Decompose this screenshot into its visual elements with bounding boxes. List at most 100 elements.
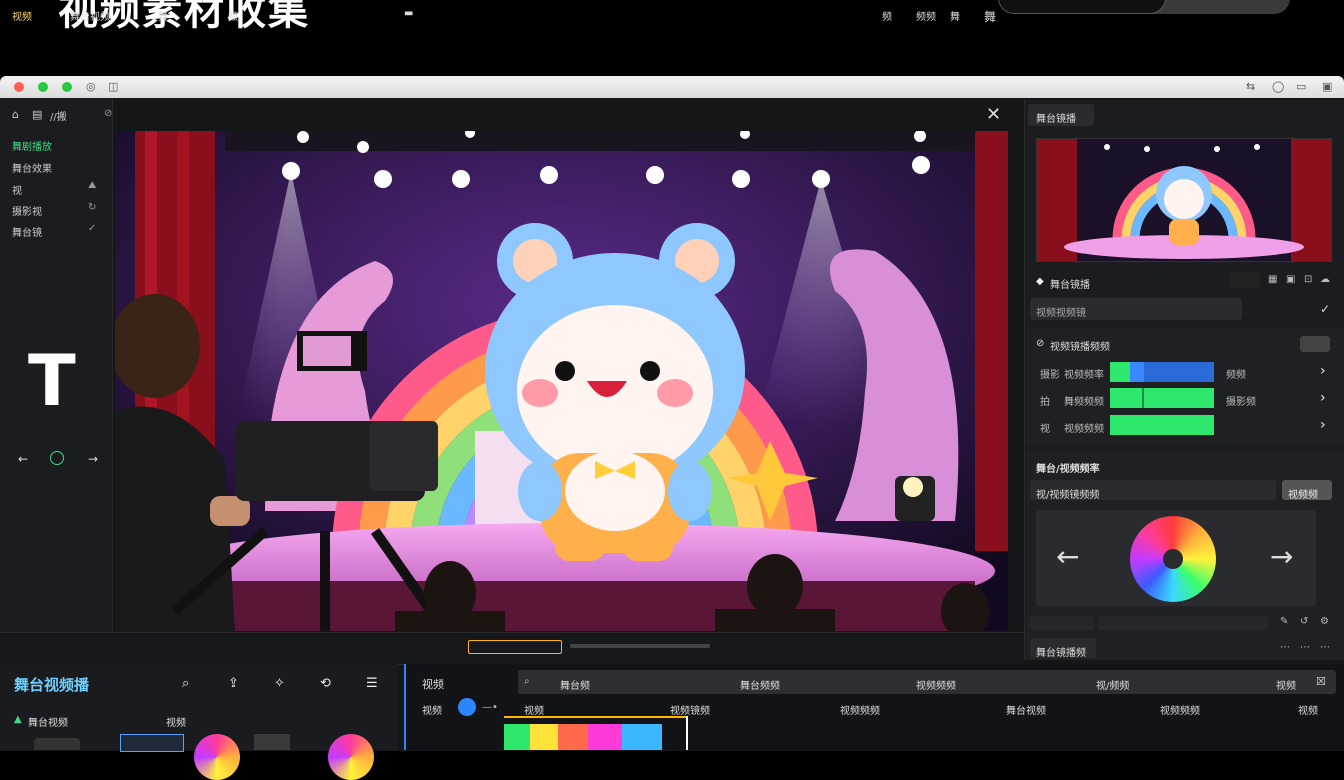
color-next-icon[interactable]: → bbox=[1270, 540, 1293, 573]
import-icon[interactable]: ⇪ bbox=[228, 676, 239, 691]
text-tool-icon[interactable]: T bbox=[28, 346, 76, 416]
left-item-3[interactable]: 视 bbox=[12, 182, 22, 197]
track-2-chevron-icon[interactable]: › bbox=[1320, 390, 1326, 406]
more-icon-a[interactable]: ⋯ bbox=[1280, 642, 1290, 653]
video-viewer[interactable] bbox=[115, 131, 1008, 631]
info-icon[interactable]: ◯ bbox=[1272, 80, 1284, 93]
preview-field[interactable] bbox=[1230, 272, 1260, 288]
track-3-bar[interactable] bbox=[1110, 415, 1214, 435]
clip-3[interactable] bbox=[558, 724, 588, 750]
play-icon[interactable]: ◆ bbox=[1036, 276, 1044, 287]
footer-label: 舞台镜播频 bbox=[1036, 648, 1086, 659]
media-thumb-3[interactable] bbox=[194, 734, 240, 780]
media-row-sub[interactable]: 视频 bbox=[166, 714, 186, 729]
media-thumb-2[interactable] bbox=[120, 734, 184, 752]
pin-icon[interactable]: ⊘ bbox=[104, 108, 112, 119]
track-name-2: 视频镜频 bbox=[670, 706, 710, 717]
left-item-1[interactable]: 舞剧播放 bbox=[12, 138, 52, 153]
track-3-chevron-icon[interactable]: › bbox=[1320, 417, 1326, 433]
left-item-5[interactable]: 舞台镜 bbox=[12, 224, 42, 239]
effects-icon[interactable]: ✧ bbox=[274, 676, 285, 691]
scrub-track[interactable] bbox=[570, 644, 710, 648]
track-2-bar[interactable] bbox=[1110, 388, 1214, 408]
timeline-sub-label: 视频 bbox=[422, 706, 442, 717]
list-icon[interactable]: ☰ bbox=[366, 676, 378, 691]
fullscreen-icon[interactable]: ▣ bbox=[1322, 80, 1332, 93]
grid-icon[interactable]: ▦ bbox=[1268, 274, 1277, 285]
timeline-label: 视频 bbox=[422, 678, 444, 691]
clip-4[interactable] bbox=[588, 724, 622, 750]
preview-scene-image bbox=[1037, 139, 1331, 261]
more-icon-c[interactable]: ⋯ bbox=[1320, 642, 1330, 653]
preset-dropdown-label: 视频视频镜 bbox=[1036, 308, 1086, 319]
transport-item-4[interactable]: 频 bbox=[228, 8, 238, 23]
color-prev-icon[interactable]: ← bbox=[1056, 540, 1079, 573]
ruler-label-2: 舞台频频 bbox=[740, 681, 780, 692]
share-icon[interactable]: ⇆ bbox=[1246, 80, 1255, 93]
track-3-label: 视 bbox=[1040, 424, 1050, 435]
ruler-search-icon[interactable]: ⌕ bbox=[524, 676, 530, 687]
settings-icon[interactable]: ⚙ bbox=[1320, 616, 1329, 627]
color-apply-label: 视频频 bbox=[1288, 490, 1318, 501]
left-item-4[interactable]: 摄影视 bbox=[12, 203, 42, 218]
loop-icon[interactable]: ⟲ bbox=[320, 676, 331, 691]
track-name-4: 舞台视频 bbox=[1006, 706, 1046, 717]
sidebar-icon[interactable]: ◫ bbox=[108, 80, 118, 93]
image-icon[interactable]: ▣ bbox=[1286, 274, 1295, 285]
media-thumb-5[interactable] bbox=[328, 734, 374, 780]
home-icon[interactable]: ⌂ bbox=[12, 108, 19, 121]
track-1-value: 视频频率 bbox=[1064, 370, 1104, 381]
track-2-label: 拍 bbox=[1040, 397, 1050, 408]
clip-2[interactable] bbox=[530, 724, 558, 750]
ruler-label-3: 视频频频 bbox=[916, 681, 956, 692]
color-slider-a[interactable] bbox=[1030, 616, 1094, 630]
transport-right-4[interactable]: 舞 bbox=[984, 8, 996, 25]
minimize-window-button[interactable] bbox=[38, 82, 48, 92]
transport-item-1[interactable]: 视频 bbox=[12, 8, 32, 23]
collapse-icon[interactable]: ✓ bbox=[1320, 302, 1330, 316]
clip-5[interactable] bbox=[622, 724, 662, 750]
preview-thumbnail[interactable] bbox=[1036, 138, 1332, 262]
track-1-chevron-icon[interactable]: › bbox=[1320, 363, 1326, 379]
transport-right-1[interactable]: 频 bbox=[882, 8, 892, 23]
color-slider-b[interactable] bbox=[1098, 616, 1268, 630]
playhead[interactable] bbox=[686, 716, 688, 750]
transport-right-3[interactable]: 舞 bbox=[950, 8, 960, 23]
tab-stage-label: 舞台镜播 bbox=[1036, 114, 1076, 125]
media-folder-icon: ▲ bbox=[14, 714, 22, 725]
target-icon[interactable] bbox=[50, 451, 64, 465]
close-icon[interactable]: ✕ bbox=[986, 104, 1001, 125]
reset-icon[interactable]: ↺ bbox=[1300, 616, 1308, 627]
close-window-button[interactable] bbox=[14, 82, 24, 92]
ruler-label-1: 舞台频 bbox=[560, 681, 590, 692]
record-icon[interactable]: ◎ bbox=[86, 80, 96, 93]
ruler-label-4: 视/频频 bbox=[1096, 681, 1130, 692]
cloud-icon[interactable]: ☁ bbox=[1320, 274, 1330, 285]
more-icon-b[interactable]: ⋯ bbox=[1300, 642, 1310, 653]
clip-1[interactable] bbox=[504, 724, 530, 750]
timeline-track-icon[interactable] bbox=[458, 698, 476, 716]
track-1-bar[interactable] bbox=[1110, 362, 1214, 382]
refresh-icon: ↻ bbox=[88, 202, 97, 213]
crop-icon[interactable]: ⊡ bbox=[1304, 274, 1312, 285]
maximize-window-button[interactable] bbox=[62, 82, 72, 92]
media-thumb-4[interactable] bbox=[254, 734, 290, 750]
banner-toggle[interactable] bbox=[998, 0, 1290, 14]
media-thumb-1[interactable] bbox=[34, 738, 80, 750]
eyedropper-icon[interactable]: ✎ bbox=[1280, 616, 1288, 627]
ruler-close-icon[interactable]: ☒ bbox=[1316, 675, 1326, 688]
window-icon[interactable]: ▭ bbox=[1296, 80, 1306, 93]
search-icon[interactable]: ⌕ bbox=[182, 676, 189, 691]
prev-arrow-icon[interactable]: ← bbox=[18, 452, 28, 466]
color-wheel[interactable] bbox=[1130, 516, 1216, 602]
transport-item-3[interactable]: 舞 bbox=[158, 8, 168, 23]
selection-range bbox=[504, 716, 686, 718]
transport-right-2[interactable]: 频频 bbox=[916, 8, 936, 23]
folder-icon[interactable]: ▤ bbox=[32, 108, 42, 121]
scrub-range[interactable] bbox=[468, 640, 562, 654]
media-row-label[interactable]: 舞台视频 bbox=[28, 714, 68, 729]
next-arrow-icon[interactable]: → bbox=[88, 452, 98, 466]
transport-item-2[interactable]: 舞台视频 bbox=[70, 8, 110, 23]
track-section-toggle[interactable] bbox=[1300, 336, 1330, 352]
left-item-2[interactable]: 舞台效果 bbox=[12, 160, 52, 175]
